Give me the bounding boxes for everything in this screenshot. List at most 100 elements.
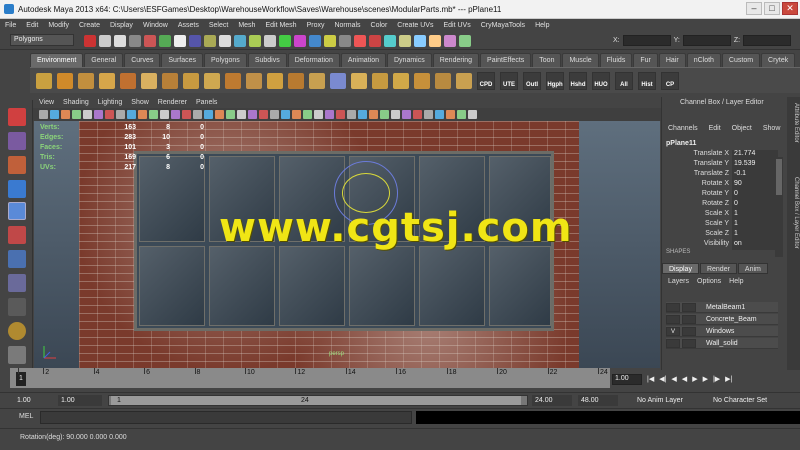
- layer-tab-render[interactable]: Render: [699, 263, 737, 274]
- panel-tool-icon[interactable]: [468, 110, 477, 119]
- command-language-label[interactable]: MEL: [19, 413, 33, 420]
- panel-tool-icon[interactable]: [402, 110, 411, 119]
- panel-menu-show[interactable]: Show: [131, 99, 149, 106]
- shelf-button-ute[interactable]: UTE: [500, 71, 518, 90]
- shelf-button-outl[interactable]: Outl: [523, 71, 541, 90]
- layer-row[interactable]: MetalBeam1: [666, 302, 778, 313]
- soft-mod-icon[interactable]: [8, 274, 26, 292]
- layer-visibility-toggle[interactable]: [666, 302, 680, 312]
- panel-tool-icon[interactable]: [446, 110, 455, 119]
- panel-menu-panels[interactable]: Panels: [196, 99, 217, 106]
- panel-tool-icon[interactable]: [72, 110, 81, 119]
- layer-row[interactable]: Concrete_Beam: [666, 314, 778, 325]
- channel-attr-value[interactable]: 21.774: [732, 150, 778, 160]
- move-tool-icon[interactable]: [8, 180, 26, 198]
- status-tool-icon[interactable]: [309, 35, 321, 47]
- viewport-persp[interactable]: www.cgtsj.com Verts: 163 8 0 Edges: 283 10 0 Fac…: [34, 121, 660, 368]
- layer-playback-toggle[interactable]: [682, 326, 696, 336]
- channel-attr-value[interactable]: 0: [732, 190, 778, 200]
- status-tool-icon[interactable]: [384, 35, 396, 47]
- panel-tool-icon[interactable]: [39, 110, 48, 119]
- panel-tool-icon[interactable]: [149, 110, 158, 119]
- panel-tool-icon[interactable]: [204, 110, 213, 119]
- shelf-tool-icon[interactable]: [393, 72, 409, 89]
- panel-tool-icon[interactable]: [358, 110, 367, 119]
- layer-tab-anim[interactable]: Anim: [737, 263, 768, 274]
- panel-tool-icon[interactable]: [105, 110, 114, 119]
- panel-tool-icon[interactable]: [270, 110, 279, 119]
- panel-tool-icon[interactable]: [171, 110, 180, 119]
- shelf-tab-curves[interactable]: Curves: [124, 53, 161, 67]
- last-tool-icon[interactable]: [8, 322, 26, 340]
- status-tool-icon[interactable]: [369, 35, 381, 47]
- shelf-tool-icon[interactable]: [330, 72, 346, 89]
- menu-item-file[interactable]: File: [5, 22, 16, 29]
- shelf-tab-custom[interactable]: Custom: [721, 53, 761, 67]
- layer-row[interactable]: V Windows: [666, 326, 778, 337]
- shelf-tab-rendering[interactable]: Rendering: [432, 53, 480, 67]
- status-tool-icon[interactable]: [114, 35, 126, 47]
- shelf-tool-icon[interactable]: [120, 72, 136, 89]
- channel-menu-object[interactable]: Object: [732, 125, 752, 132]
- shelf-tab-deformation[interactable]: Deformation: [287, 53, 340, 67]
- shelf-button-cp[interactable]: CP: [661, 71, 679, 90]
- panel-tool-icon[interactable]: [413, 110, 422, 119]
- shelf-tool-icon[interactable]: [372, 72, 388, 89]
- channel-attr-value[interactable]: 90: [732, 180, 778, 190]
- shelf-button-huo[interactable]: HUO: [592, 71, 610, 90]
- status-tool-icon[interactable]: [294, 35, 306, 47]
- panel-tool-icon[interactable]: [391, 110, 400, 119]
- menu-item-help[interactable]: Help: [535, 22, 549, 29]
- panel-tool-icon[interactable]: [160, 110, 169, 119]
- shelf-tool-icon[interactable]: [309, 72, 325, 89]
- panel-tool-icon[interactable]: [380, 110, 389, 119]
- panel-tool-icon[interactable]: [292, 110, 301, 119]
- shelf-button-hgph[interactable]: Hgph: [546, 71, 564, 90]
- status-tool-icon[interactable]: [444, 35, 456, 47]
- status-tool-icon[interactable]: [234, 35, 246, 47]
- step-back-button[interactable]: ◀: [671, 375, 676, 383]
- layer-row[interactable]: Wall_solid: [666, 338, 778, 349]
- panel-tool-icon[interactable]: [369, 110, 378, 119]
- paint-select-icon[interactable]: [8, 156, 26, 174]
- panel-tool-icon[interactable]: [281, 110, 290, 119]
- shelf-tool-icon[interactable]: [204, 72, 220, 89]
- menu-item-display[interactable]: Display: [110, 22, 133, 29]
- menu-item-create-uvs[interactable]: Create UVs: [397, 22, 433, 29]
- shelf-tool-icon[interactable]: [99, 72, 115, 89]
- layer-tab-display[interactable]: Display: [662, 263, 699, 274]
- panel-tool-icon[interactable]: [336, 110, 345, 119]
- quick-layout-icon[interactable]: [8, 346, 26, 364]
- menu-item-window[interactable]: Window: [143, 22, 168, 29]
- shelf-tab-fluids[interactable]: Fluids: [599, 53, 633, 67]
- status-tool-icon[interactable]: [144, 35, 156, 47]
- panel-tool-icon[interactable]: [435, 110, 444, 119]
- shelf-tool-icon[interactable]: [183, 72, 199, 89]
- shelf-tool-icon[interactable]: [141, 72, 157, 89]
- shelf-tab-toon[interactable]: Toon: [532, 53, 562, 67]
- shelf-tab-dynamics[interactable]: Dynamics: [387, 53, 432, 67]
- go-to-start-button[interactable]: |◀: [647, 375, 654, 383]
- status-tool-icon[interactable]: [324, 35, 336, 47]
- channel-attr-value[interactable]: 0: [732, 200, 778, 210]
- panel-tool-icon[interactable]: [457, 110, 466, 119]
- shelf-tool-icon[interactable]: [36, 72, 52, 89]
- close-button[interactable]: ✕: [782, 2, 798, 15]
- range-slider[interactable]: 1 24: [108, 395, 528, 406]
- channel-attr-value[interactable]: 1: [732, 220, 778, 230]
- status-tool-icon[interactable]: [264, 35, 276, 47]
- shelf-button-hist[interactable]: Hist: [638, 71, 656, 90]
- status-tool-icon[interactable]: [354, 35, 366, 47]
- status-tool-icon[interactable]: [279, 35, 291, 47]
- channel-menu-channels[interactable]: Channels: [668, 125, 698, 132]
- shelf-tool-icon[interactable]: [435, 72, 451, 89]
- play-back-button[interactable]: ◀: [682, 375, 687, 383]
- shelf-tab-painteffects[interactable]: PaintEffects: [480, 53, 532, 67]
- panel-tool-icon[interactable]: [226, 110, 235, 119]
- layer-playback-toggle[interactable]: [682, 314, 696, 324]
- panel-tool-icon[interactable]: [259, 110, 268, 119]
- shelf-tab-subdivs[interactable]: Subdivs: [247, 53, 287, 67]
- channel-attr-row[interactable]: Scale X1: [662, 210, 782, 220]
- shelf-tool-icon[interactable]: [456, 72, 472, 89]
- channel-attr-row[interactable]: Rotate Z0: [662, 200, 782, 210]
